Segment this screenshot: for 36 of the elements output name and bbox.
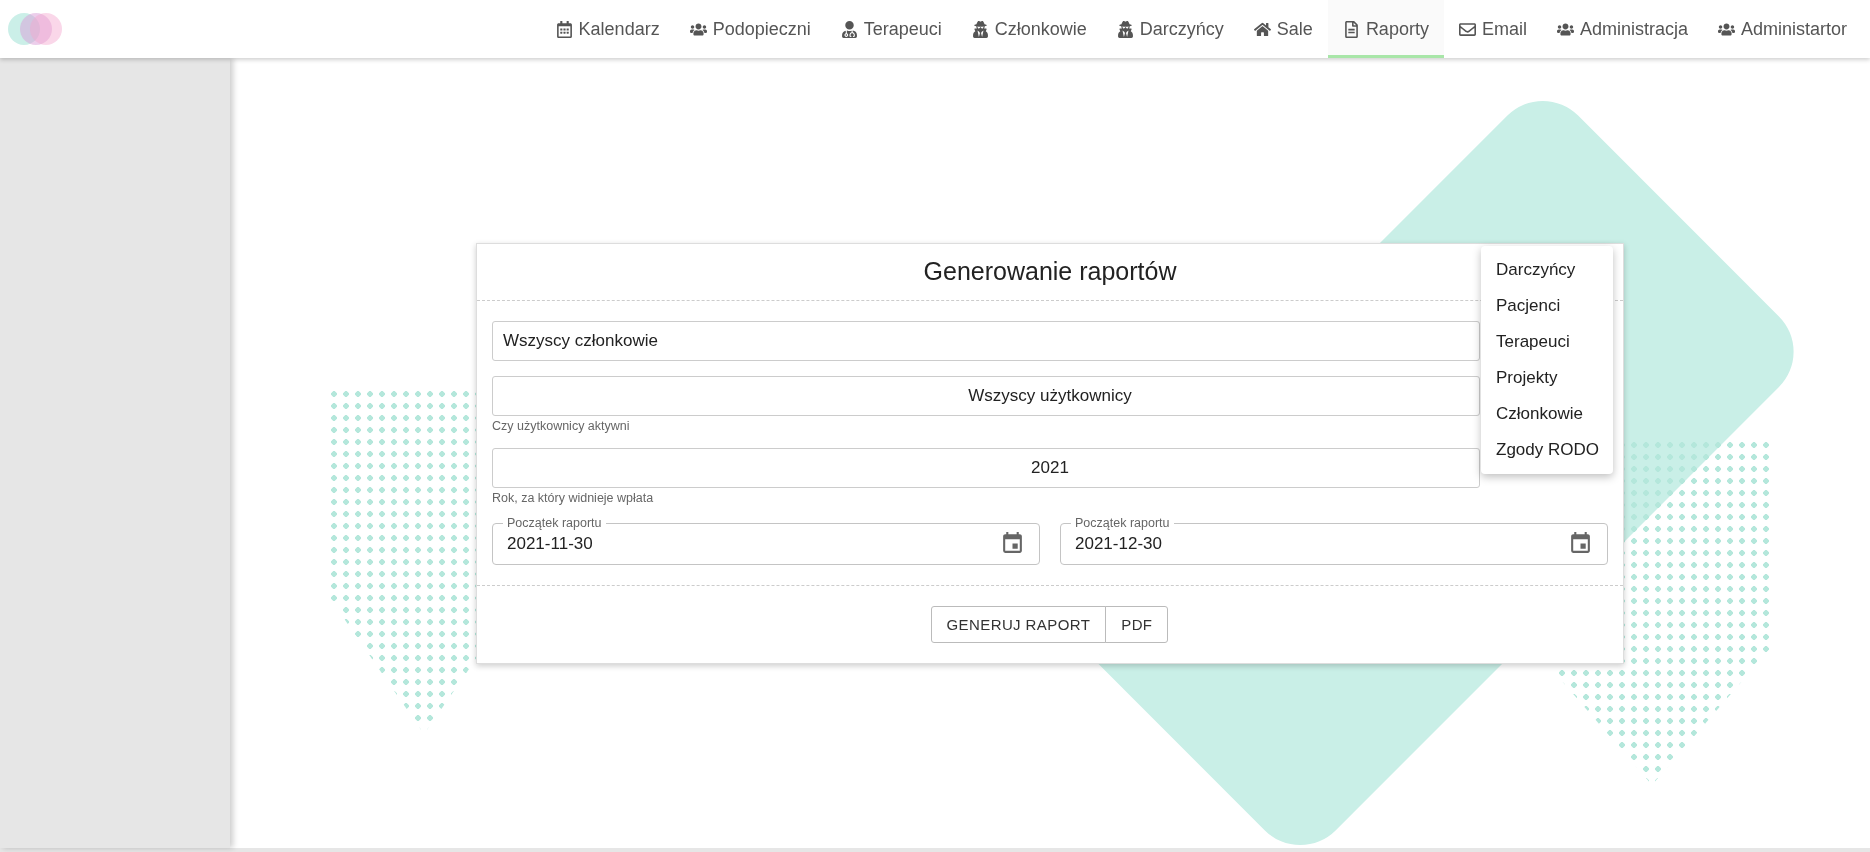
field-label: Początek raportu	[503, 515, 606, 530]
select-field[interactable]: Wszyscy użytkownicy	[492, 375, 1480, 416]
menu-item[interactable]: Terapeuci	[1481, 323, 1613, 360]
calendar-icon	[555, 20, 573, 38]
menu-item[interactable]: Członkowie	[1481, 395, 1613, 432]
calendar-icon[interactable]	[1000, 531, 1025, 556]
nav-link[interactable]: Email	[1443, 0, 1542, 58]
menu-item[interactable]: Zgody RODO	[1481, 431, 1613, 468]
doctor-icon	[840, 20, 858, 38]
nav-link[interactable]: Podopieczni	[674, 0, 826, 58]
nav-link[interactable]: Darczyńcy	[1101, 0, 1239, 58]
home-icon	[1253, 20, 1271, 38]
nav-link[interactable]: Członkowie	[956, 0, 1102, 58]
select-field[interactable]: Wszyscy członkowie	[492, 320, 1480, 361]
nav-link[interactable]: Raporty	[1327, 0, 1444, 58]
menu-item[interactable]: Pacjenci	[1481, 287, 1613, 324]
date-value: 2021-12-30	[1075, 533, 1162, 554]
menu-item[interactable]: Projekty	[1481, 359, 1613, 396]
nav-link[interactable]: Kalendarz	[540, 0, 675, 58]
helper-text: Czy użytkownicy aktywni	[492, 418, 631, 433]
nav-link[interactable]: Administartor	[1702, 0, 1862, 58]
calendar-icon[interactable]	[1568, 531, 1593, 556]
person-icon	[971, 20, 989, 38]
nav-link[interactable]: Terapeuci	[825, 0, 957, 58]
document-icon	[1342, 20, 1360, 38]
nav-link[interactable]: Administracja	[1541, 0, 1703, 58]
menu-item[interactable]: Darczyńcy	[1481, 251, 1613, 288]
generate-button[interactable]: GENERUJ RAPORT	[930, 605, 1107, 643]
person-icon	[1116, 20, 1134, 38]
select-field[interactable]: 2021	[492, 447, 1480, 488]
helper-text: Rok, za który widnieje wpłata	[492, 490, 655, 505]
pdf-button[interactable]: PDF	[1105, 605, 1169, 643]
date-value: 2021-11-30	[507, 533, 593, 554]
nav-link[interactable]: Sale	[1238, 0, 1328, 58]
field-label: Początek raportu	[1071, 515, 1174, 530]
envelope-icon	[1458, 20, 1476, 38]
